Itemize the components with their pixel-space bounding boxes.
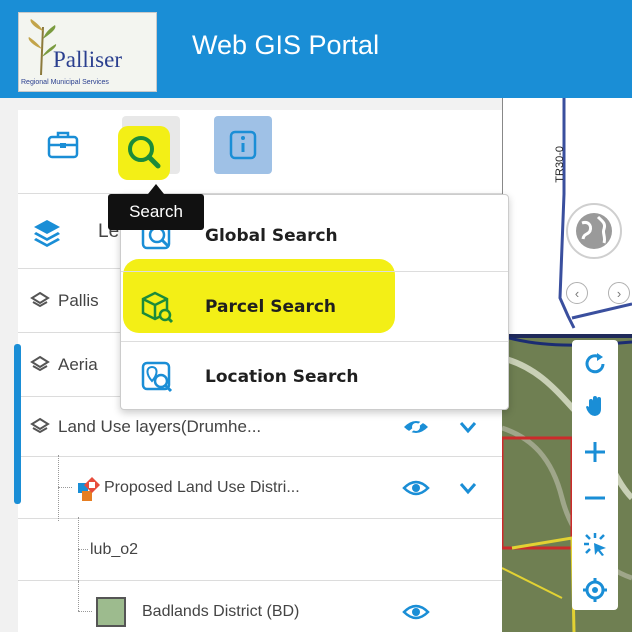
location-search-item[interactable]: Location Search [121, 341, 508, 411]
location-search-icon [141, 361, 173, 392]
tree-connector [78, 611, 92, 612]
locate-icon [583, 578, 607, 602]
parcel-search-label: Parcel Search [205, 296, 337, 317]
layer-row[interactable]: Proposed Land Use Distri... [18, 455, 502, 521]
layer-row-label: Proposed Land Use Distri... [104, 478, 300, 496]
pan-hand-button[interactable] [572, 386, 618, 426]
zoom-out-button[interactable] [572, 478, 618, 518]
chevron-down-icon[interactable] [458, 417, 478, 437]
layer-row-label: Aeria [58, 354, 98, 374]
tree-connector [78, 581, 79, 611]
identify-icon [584, 533, 606, 556]
info-tool-button[interactable] [214, 116, 272, 174]
logo-subtitle: Regional Municipal Services [21, 79, 109, 86]
road-label: TR30-0 [554, 146, 566, 183]
layer-row-label: Pallis [58, 290, 99, 310]
tree-connector [78, 549, 88, 550]
globe-icon [576, 213, 612, 249]
visibility-eye-icon[interactable] [402, 478, 430, 498]
global-search-label: Global Search [205, 226, 338, 246]
panel-toolbar [18, 110, 502, 194]
layer-group-icon [30, 417, 50, 433]
layers-stack-icon [34, 220, 60, 247]
layer-row-label: Badlands District (BD) [142, 603, 300, 620]
land-use-layer-icon [78, 476, 100, 501]
briefcase-icon [47, 131, 79, 159]
info-icon [229, 130, 257, 160]
legend-swatch [96, 597, 126, 627]
refresh-button[interactable] [572, 344, 618, 384]
panel-collapse-tab[interactable] [14, 344, 21, 504]
logo-name: Palliser [53, 47, 122, 72]
layer-row[interactable]: Badlands District (BD) [18, 581, 502, 632]
palliser-logo[interactable]: Palliser Regional Municipal Services [18, 12, 157, 92]
locate-button[interactable] [572, 570, 618, 610]
parcel-search-icon [141, 291, 174, 323]
refresh-icon [585, 353, 605, 374]
identify-button[interactable] [572, 524, 618, 564]
tree-connector [58, 487, 72, 488]
pan-left-button[interactable]: ‹ [566, 282, 588, 304]
zoom-in-icon [585, 442, 605, 462]
layer-group-icon [30, 291, 50, 307]
tree-connector [78, 517, 79, 583]
pan-hand-icon [586, 396, 601, 416]
zoom-out-icon [585, 496, 605, 500]
layer-row-label: Land Use layers(Drumhe... [58, 416, 262, 436]
layer-row[interactable]: lub_o2 [18, 517, 502, 583]
zoom-in-button[interactable] [572, 432, 618, 472]
app-title: Web GIS Portal [192, 30, 380, 60]
search-icon[interactable] [124, 132, 164, 172]
tooltip-arrow [148, 184, 164, 194]
visibility-eye-icon[interactable] [402, 602, 430, 622]
toolbox-button[interactable] [34, 116, 92, 174]
search-tooltip: Search [108, 194, 204, 230]
basemap-globe-button[interactable] [566, 203, 622, 259]
chevron-down-icon[interactable] [458, 478, 478, 498]
tree-connector [58, 455, 59, 521]
pan-right-button[interactable]: › [608, 282, 630, 304]
parcel-search-item[interactable]: Parcel Search [121, 271, 508, 341]
app-header: Palliser Regional Municipal Services Web… [0, 0, 632, 98]
visibility-eye-icon[interactable] [402, 417, 430, 437]
layer-group-icon [30, 355, 50, 371]
location-search-label: Location Search [205, 366, 359, 387]
map-controls [572, 340, 618, 610]
layer-row-label: lub_o2 [90, 540, 139, 558]
